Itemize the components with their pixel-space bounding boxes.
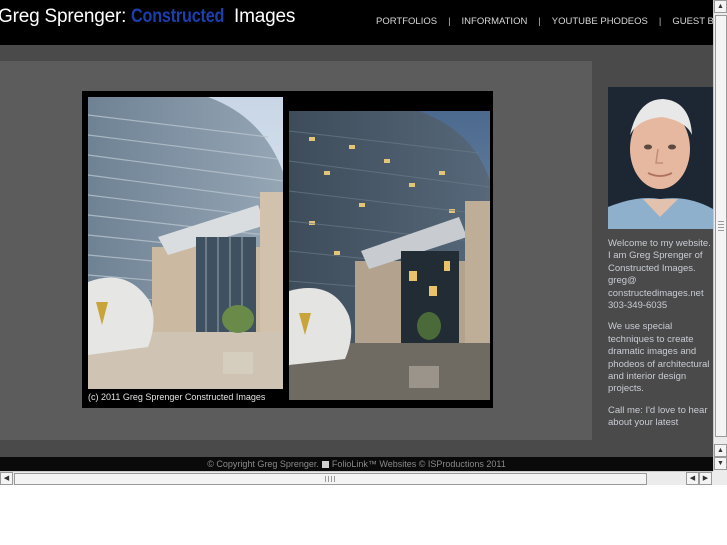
nav-youtube-phodeos[interactable]: YOUTUBE PHODEOS [552, 16, 648, 27]
horizontal-scroll-thumb[interactable] [14, 473, 647, 485]
gallery-caption: (c) 2011 Greg Sprenger Constructed Image… [88, 392, 266, 402]
gallery-photo-dusk[interactable] [289, 111, 490, 400]
scroll-left-icon[interactable]: ◀ [0, 472, 13, 485]
header-band [0, 45, 713, 61]
vertical-scrollbar[interactable]: ▲ ▲ ▼ [713, 0, 727, 471]
scroll-up-icon[interactable]: ▲ [714, 444, 727, 457]
logo-accent: Constructed [131, 6, 225, 27]
sidebar-intro: Welcome to my website. I am Greg Sprenge… [608, 238, 713, 439]
sidebar-welcome-text: Welcome to my website. I am Greg Sprenge… [608, 238, 711, 312]
logo-suffix: Images [228, 6, 296, 27]
nav-information[interactable]: INFORMATION [462, 16, 528, 27]
gallery-frame: (c) 2011 Greg Sprenger Constructed Image… [82, 91, 493, 408]
vertical-scroll-thumb[interactable] [715, 15, 727, 437]
gallery-photo-day[interactable] [88, 97, 283, 389]
scroll-right-icon[interactable]: ▶ [699, 472, 712, 485]
scroll-grip-icon [718, 221, 724, 231]
portrait-photo [608, 87, 713, 229]
footer-credits[interactable]: FolioLink™ Websites © ISProductions 2011 [332, 459, 506, 469]
foliolink-logo-icon [321, 461, 329, 469]
horizontal-scrollbar[interactable]: ◀ ◀ ▶ [0, 471, 713, 485]
site-footer: © Copyright Greg Sprenger. FolioLink™ Web… [0, 457, 713, 471]
site-header: Greg Sprenger: Constructed Images PORTFO… [0, 0, 713, 45]
nav-guest-book[interactable]: GUEST BOOK [672, 16, 713, 27]
footer-gap [0, 440, 713, 457]
footer-copyright: © Copyright Greg Sprenger. [207, 459, 319, 469]
scroll-up-icon[interactable]: ▲ [714, 0, 727, 13]
scroll-grip-icon [325, 476, 335, 482]
scrollbar-corner [713, 471, 727, 485]
main-nav: PORTFOLIOS | INFORMATION | YOUTUBE PHODE… [376, 16, 713, 27]
scroll-down-icon[interactable]: ▼ [714, 457, 727, 470]
site-logo[interactable]: Greg Sprenger: Constructed Images [0, 6, 295, 28]
scroll-left-icon[interactable]: ◀ [686, 472, 699, 485]
nav-portfolios[interactable]: PORTFOLIOS [376, 16, 437, 27]
nav-separator: | [448, 16, 451, 27]
sidebar-callout-text: Call me: I'd love to hear about your lat… [608, 404, 708, 429]
nav-separator: | [538, 16, 541, 27]
nav-separator: | [658, 16, 662, 27]
sidebar-services-text: We use special techniques to create dram… [608, 321, 710, 395]
logo-prefix: Greg Sprenger: [0, 6, 132, 27]
page-viewport: Greg Sprenger: Constructed Images PORTFO… [0, 0, 713, 471]
